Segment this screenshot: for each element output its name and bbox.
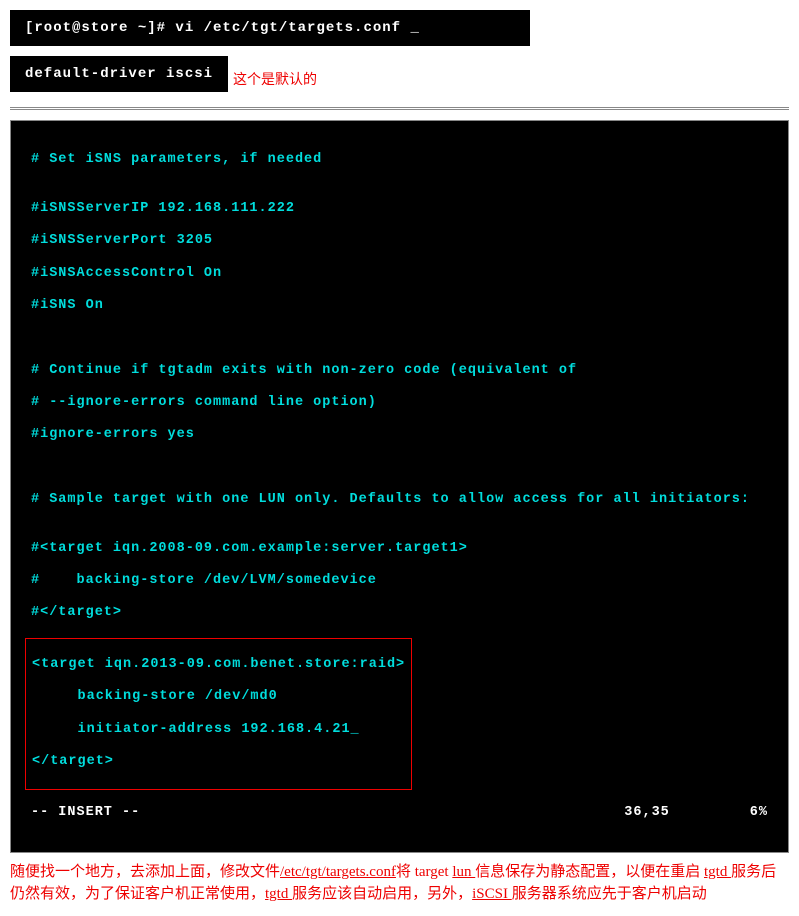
editor-line: #iSNSServerPort 3205 bbox=[31, 233, 768, 249]
highlighted-config-block: <target iqn.2013-09.com.benet.store:raid… bbox=[25, 638, 412, 790]
editor-line: # Sample target with one LUN only. Defau… bbox=[31, 492, 768, 508]
footer-text: 随便找一个地方，去添加上面，修改文件 bbox=[10, 864, 280, 880]
terminal-command-text: [root@store ~]# vi /etc/tgt/targets.conf… bbox=[25, 20, 420, 36]
footer-text: 服务应该自动启用，另外， bbox=[292, 886, 472, 902]
editor-box: # Set iSNS parameters, if needed #iSNSSe… bbox=[10, 120, 789, 853]
editor-line: #iSNSAccessControl On bbox=[31, 266, 768, 282]
config-row: default-driver iscsi 这个是默认的 bbox=[10, 56, 789, 102]
footer-text: 服务器系统应先于客户机启动 bbox=[512, 886, 707, 902]
cursor-position: 36,35 bbox=[624, 805, 670, 821]
terminal-command-box: [root@store ~]# vi /etc/tgt/targets.conf… bbox=[10, 10, 530, 46]
divider bbox=[10, 107, 789, 110]
editor-line: #</target> bbox=[31, 605, 768, 621]
editor-line: #iSNSServerIP 192.168.111.222 bbox=[31, 201, 768, 217]
editor-line: #ignore-errors yes bbox=[31, 427, 768, 443]
editor-line: # Set iSNS parameters, if needed bbox=[31, 152, 768, 168]
editor-status-line: -- INSERT -- 36,35 6% bbox=[31, 805, 768, 821]
config-line-text: default-driver iscsi bbox=[25, 66, 213, 82]
editor-line: #<target iqn.2008-09.com.example:server.… bbox=[31, 541, 768, 557]
backing-store-line: backing-store /dev/md0 bbox=[32, 689, 405, 705]
editor-line: # backing-store /dev/LVM/somedevice bbox=[31, 573, 768, 589]
scroll-percent: 6% bbox=[750, 805, 768, 821]
footer-path: /etc/tgt/targets.conf bbox=[280, 864, 396, 880]
editor-line: #iSNS On bbox=[31, 298, 768, 314]
config-line-box: default-driver iscsi bbox=[10, 56, 228, 92]
editor-mode: -- INSERT -- bbox=[31, 805, 140, 821]
target-close-line: </target> bbox=[32, 754, 405, 770]
footer-term: tgtd bbox=[265, 886, 292, 902]
editor-line: # --ignore-errors command line option) bbox=[31, 395, 768, 411]
initiator-address-line: initiator-address 192.168.4.21_ bbox=[32, 722, 405, 738]
footer-term: tgtd bbox=[704, 864, 731, 880]
target-open-line: <target iqn.2013-09.com.benet.store:raid… bbox=[32, 657, 405, 673]
footer-term: iSCSI bbox=[472, 886, 512, 902]
footer-term: lun bbox=[452, 864, 475, 880]
footer-text: 将 target bbox=[396, 864, 452, 880]
editor-line: # Continue if tgtadm exits with non-zero… bbox=[31, 363, 768, 379]
footer-annotation: 随便找一个地方，去添加上面，修改文件/etc/tgt/targets.conf将… bbox=[10, 861, 789, 906]
config-annotation: 这个是默认的 bbox=[233, 69, 317, 89]
footer-text: 信息保存为静态配置，以便在重启 bbox=[475, 864, 704, 880]
